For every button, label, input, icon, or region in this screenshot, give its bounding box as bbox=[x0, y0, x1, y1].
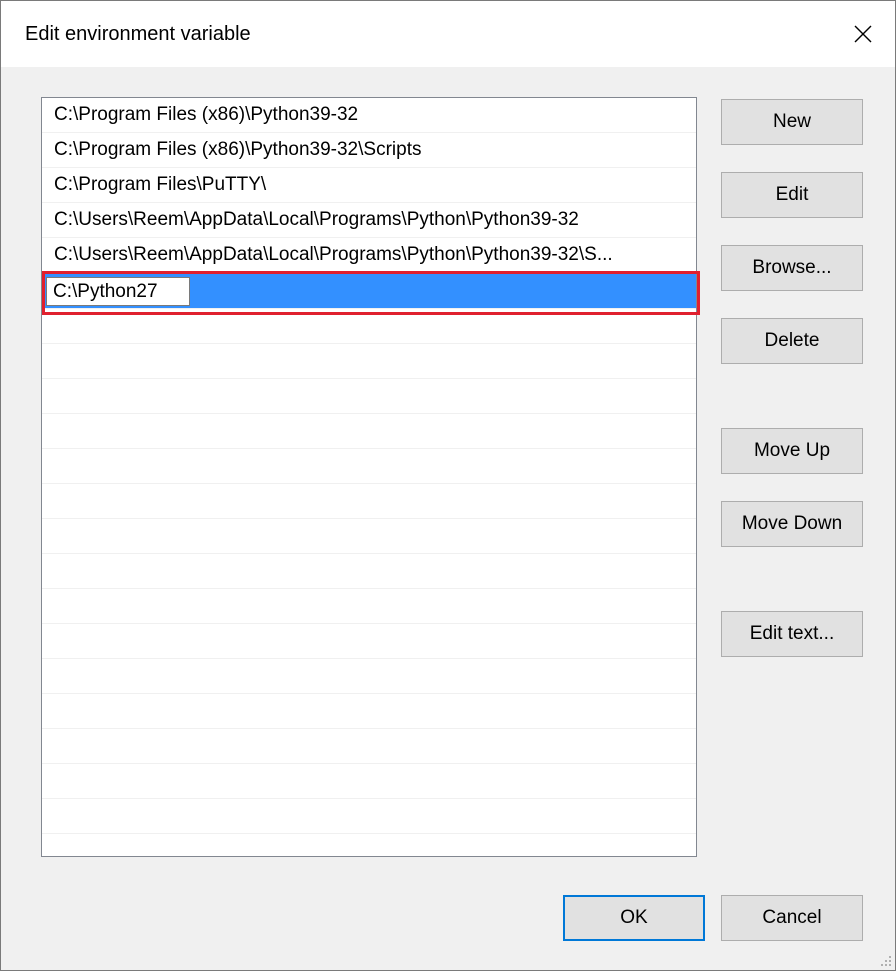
close-button[interactable] bbox=[831, 1, 895, 67]
empty-list-row bbox=[42, 659, 696, 694]
list-item-text: C:\Program Files (x86)\Python39-32 bbox=[54, 104, 359, 125]
edit-text-button[interactable]: Edit text... bbox=[721, 611, 863, 657]
browse-button[interactable]: Browse... bbox=[721, 245, 863, 291]
empty-list-row bbox=[42, 764, 696, 799]
empty-list-row bbox=[42, 554, 696, 589]
list-item-text: C:\Program Files (x86)\Python39-32\Scrip… bbox=[54, 139, 422, 160]
empty-list-row bbox=[42, 379, 696, 414]
empty-list-row bbox=[42, 519, 696, 554]
list-item[interactable]: C:\Program Files (x86)\Python39-32\Scrip… bbox=[42, 133, 696, 168]
new-button[interactable]: New bbox=[721, 99, 863, 145]
list-item[interactable]: C:\Program Files\PuTTY\ bbox=[42, 168, 696, 203]
edit-environment-variable-dialog: Edit environment variable C:\Program Fil… bbox=[0, 0, 896, 971]
delete-button[interactable]: Delete bbox=[721, 318, 863, 364]
empty-list-row bbox=[42, 694, 696, 729]
cancel-button[interactable]: Cancel bbox=[721, 895, 863, 941]
empty-list-row bbox=[42, 449, 696, 484]
empty-list-row bbox=[42, 624, 696, 659]
empty-list-row bbox=[42, 484, 696, 519]
ok-button[interactable]: OK bbox=[563, 895, 705, 941]
empty-list-row bbox=[42, 414, 696, 449]
empty-list-row bbox=[42, 799, 696, 834]
list-item-text: C:\Program Files\PuTTY\ bbox=[54, 174, 267, 195]
window-title: Edit environment variable bbox=[25, 23, 251, 45]
close-icon bbox=[854, 25, 872, 43]
empty-list-row bbox=[42, 589, 696, 624]
list-item-text: C:\Users\Reem\AppData\Local\Programs\Pyt… bbox=[54, 244, 613, 265]
empty-list-row bbox=[42, 729, 696, 764]
list-item-editing[interactable] bbox=[42, 274, 696, 309]
empty-list-row bbox=[42, 344, 696, 379]
empty-list-row bbox=[42, 309, 696, 344]
list-item-text: C:\Users\Reem\AppData\Local\Programs\Pyt… bbox=[54, 209, 579, 230]
edit-button[interactable]: Edit bbox=[721, 172, 863, 218]
title-bar: Edit environment variable bbox=[1, 1, 895, 67]
path-list[interactable]: C:\Program Files (x86)\Python39-32 C:\Pr… bbox=[41, 97, 697, 857]
move-down-button[interactable]: Move Down bbox=[721, 501, 863, 547]
list-item[interactable]: C:\Users\Reem\AppData\Local\Programs\Pyt… bbox=[42, 238, 696, 273]
resize-grip-icon[interactable] bbox=[879, 954, 893, 968]
move-up-button[interactable]: Move Up bbox=[721, 428, 863, 474]
list-item[interactable]: C:\Program Files (x86)\Python39-32 bbox=[42, 98, 696, 133]
list-item[interactable]: C:\Users\Reem\AppData\Local\Programs\Pyt… bbox=[42, 203, 696, 238]
path-edit-input[interactable] bbox=[46, 277, 190, 306]
